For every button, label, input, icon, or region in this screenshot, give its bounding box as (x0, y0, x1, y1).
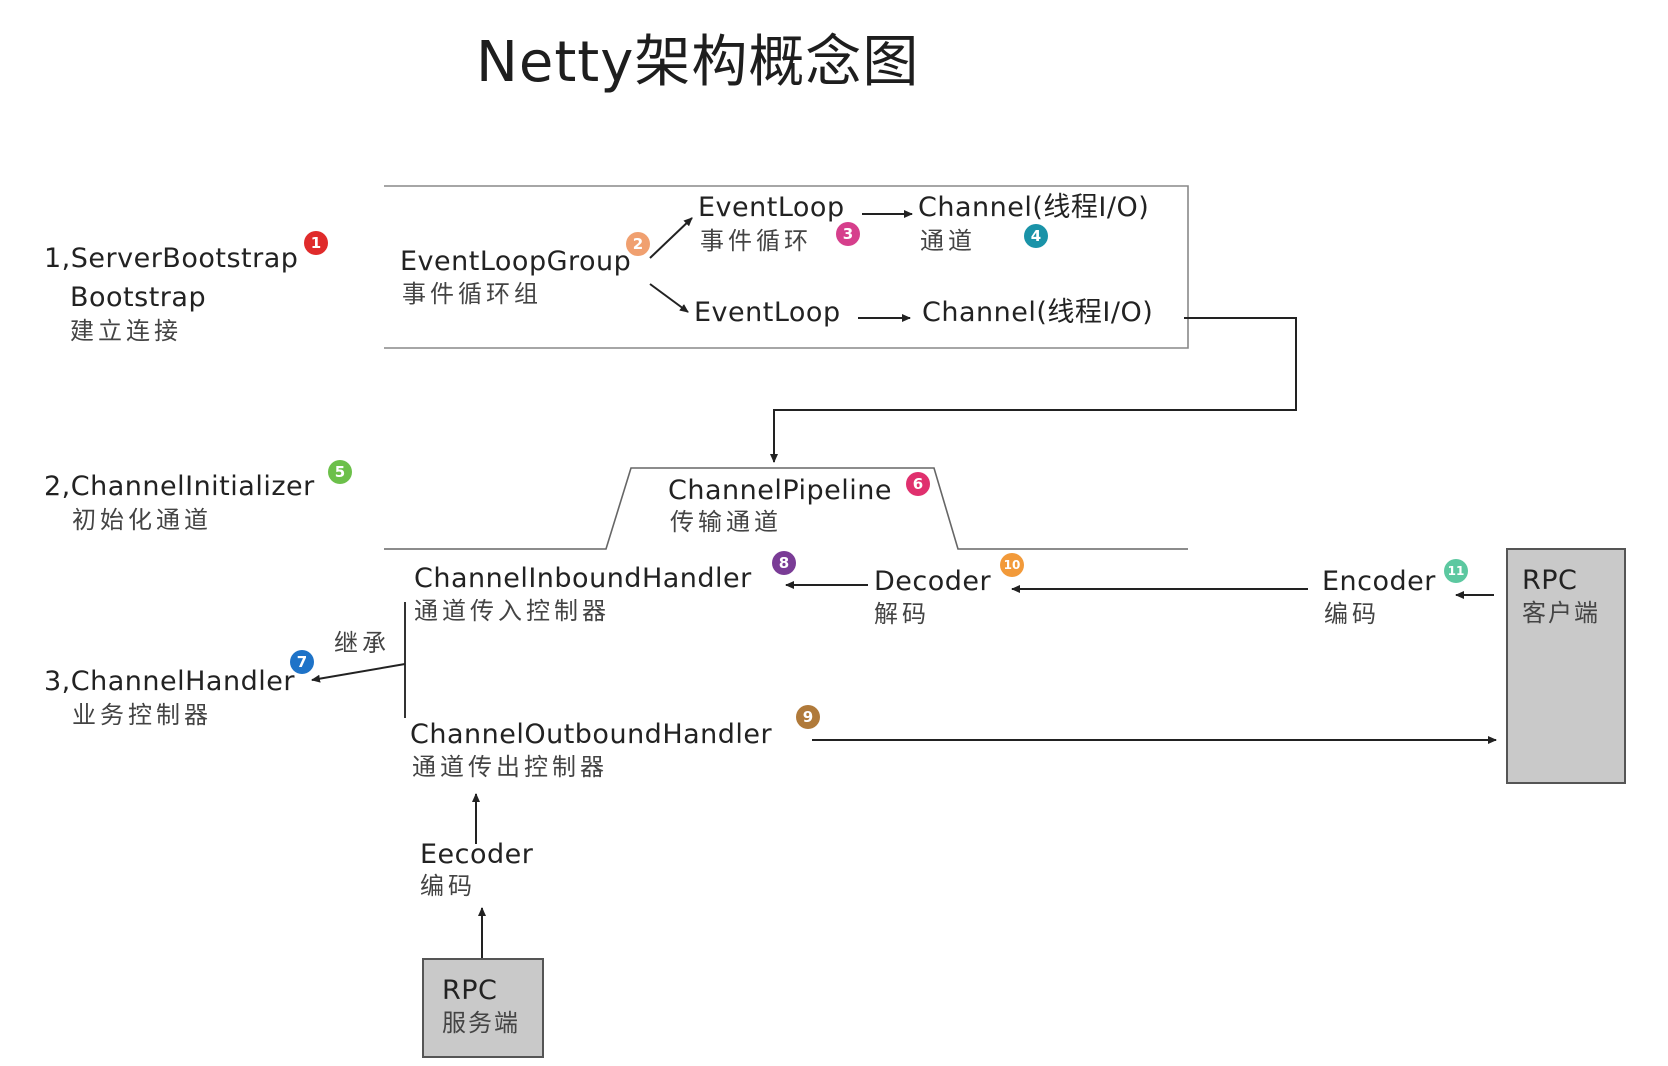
badge-9: 9 (796, 705, 820, 729)
channel-top-zh: 通道 (920, 227, 976, 255)
rpc-server-zh: 服务端 (442, 1009, 520, 1037)
channel-pipeline-label: ChannelPipeline (668, 475, 893, 506)
channel-top-label: Channel(线程I/O) (918, 192, 1150, 223)
encoder-bottom-label: Eecoder (420, 839, 534, 870)
badge-11: 11 (1444, 559, 1468, 583)
badge-4: 4 (1024, 224, 1048, 248)
rpc-server-box: RPC 服务端 (422, 958, 544, 1058)
rpc-client-box: RPC 客户端 (1506, 548, 1626, 784)
rpc-server-label: RPC (442, 975, 498, 1006)
event-loop-bottom-label: EventLoop (694, 297, 841, 328)
decoder-label: Decoder (874, 566, 992, 597)
channel-bottom-label: Channel(线程I/O) (922, 297, 1154, 328)
server-bootstrap-zh: 建立连接 (70, 317, 182, 345)
badge-10: 10 (1000, 553, 1024, 577)
inbound-handler-label: ChannelInboundHandler (414, 563, 752, 594)
server-bootstrap-label: 1,ServerBootstrap (44, 243, 299, 274)
badge-8: 8 (772, 551, 796, 575)
badge-3: 3 (836, 222, 860, 246)
diagram-connectors (311, 185, 1497, 958)
inherit-label: 继承 (334, 629, 390, 657)
channel-initializer-label: 2,ChannelInitializer (44, 471, 315, 502)
encoder-right-zh: 编码 (1324, 600, 1380, 628)
inbound-handler-zh: 通道传入控制器 (414, 597, 610, 625)
encoder-bottom-zh: 编码 (420, 872, 476, 900)
outbound-handler-label: ChannelOutboundHandler (410, 719, 773, 750)
channel-pipeline-zh: 传输通道 (670, 508, 782, 536)
rpc-client-label: RPC (1522, 565, 1578, 596)
channel-handler-zh: 业务控制器 (72, 701, 212, 729)
channel-initializer-zh: 初始化通道 (72, 506, 212, 534)
event-loop-top-zh: 事件循环 (700, 227, 812, 255)
event-loop-group-zh: 事件循环组 (402, 280, 542, 308)
badge-5: 5 (328, 460, 352, 484)
diagram-title: Netty架构概念图 (476, 30, 920, 95)
netty-architecture-diagram: Netty架构概念图 1,ServerBootstrap Bootstrap 建… (0, 0, 1668, 1066)
badge-2: 2 (626, 232, 650, 256)
decoder-zh: 解码 (874, 600, 930, 628)
arrow-group-to-loop-bottom (649, 283, 689, 313)
encoder-right-label: Encoder (1322, 566, 1436, 597)
channel-handler-label: 3,ChannelHandler (44, 666, 295, 697)
event-loop-top-label: EventLoop (698, 192, 845, 223)
bootstrap-label: Bootstrap (70, 282, 207, 313)
badge-7: 7 (290, 650, 314, 674)
badge-6: 6 (906, 472, 930, 496)
outbound-handler-zh: 通道传出控制器 (412, 753, 608, 781)
rpc-client-zh: 客户端 (1522, 599, 1600, 627)
arrow-group-to-loop-top (649, 217, 693, 259)
badge-1: 1 (304, 231, 328, 255)
event-loop-group-label: EventLoopGroup (400, 246, 632, 277)
arrow-channel-to-pipeline (770, 317, 1297, 463)
arrow-inherit (311, 663, 406, 683)
